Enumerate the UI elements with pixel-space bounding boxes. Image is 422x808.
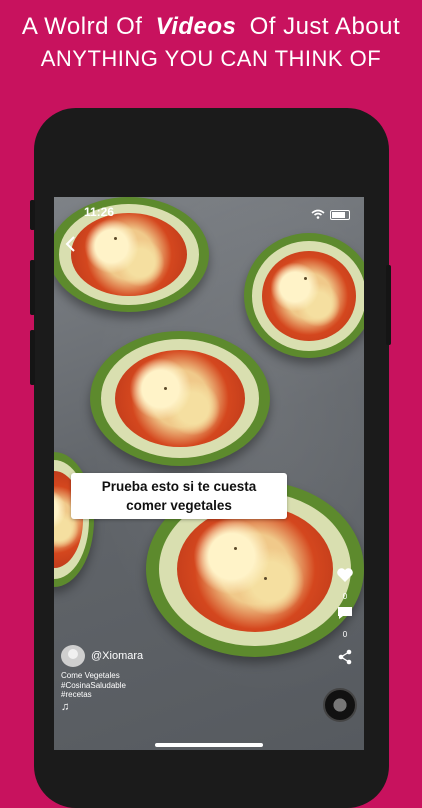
avatar[interactable]	[61, 645, 85, 667]
headline: A Wolrd Of Videos Of Just About ANYTHING…	[0, 10, 422, 74]
headline-line-2: ANYTHING YOU CAN THINK OF	[40, 46, 382, 71]
phone-volume-down	[30, 330, 35, 385]
food-item	[90, 331, 270, 466]
headline-emphasis: Videos	[155, 13, 237, 40]
battery-icon	[330, 210, 350, 220]
comment-count: 0	[342, 630, 348, 639]
heart-icon[interactable]	[336, 567, 354, 588]
phone-power-button	[386, 265, 391, 345]
headline-line-1: A Wolrd Of Videos Of Just About	[0, 10, 422, 44]
share-icon[interactable]	[337, 649, 353, 670]
phone-mute-switch	[30, 200, 35, 230]
username[interactable]: @Xiomara	[91, 650, 143, 662]
description-line: Come Vegetales	[61, 671, 120, 680]
wifi-icon	[311, 206, 325, 224]
side-actions: 0 0	[336, 567, 354, 670]
home-indicator	[155, 743, 263, 747]
music-note-icon: ♫	[61, 701, 70, 713]
caption-line-2: comer vegetales	[126, 498, 232, 513]
caption-line-1: Prueba esto si te cuesta	[101, 479, 257, 494]
user-row[interactable]: @Xiomara	[61, 645, 143, 667]
video-caption: Prueba esto si te cuesta comer vegetales	[71, 473, 287, 519]
video-screen[interactable]: 11:26 Prueba esto si te cuesta comer veg…	[54, 197, 364, 750]
headline-text-b: Of Just About	[249, 13, 401, 40]
status-icons	[311, 206, 350, 224]
comment-icon[interactable]	[336, 605, 354, 626]
headline-text-a: A Wolrd Of	[21, 13, 143, 40]
video-description: Come Vegetales #CosinaSaludable #recetas	[61, 671, 126, 700]
hashtag[interactable]: #recetas	[61, 690, 126, 700]
status-time: 11:26	[84, 205, 115, 219]
phone-volume-up	[30, 260, 35, 315]
like-count: 0	[342, 592, 348, 601]
food-item	[244, 233, 364, 358]
back-chevron-icon[interactable]	[64, 235, 76, 259]
music-disc-icon[interactable]	[323, 688, 357, 722]
hashtag[interactable]: #CosinaSaludable	[61, 681, 126, 691]
food-item	[54, 197, 209, 312]
